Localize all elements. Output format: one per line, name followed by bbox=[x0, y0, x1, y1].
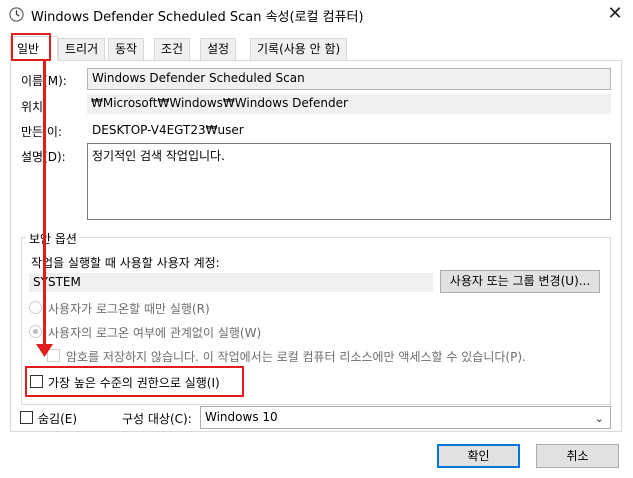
highlight-box-general-tab bbox=[11, 33, 51, 61]
change-user-button[interactable]: 사용자 또는 그룹 변경(U)... bbox=[440, 270, 600, 293]
description-textarea[interactable]: 정기적인 검색 작업입니다. bbox=[87, 143, 611, 220]
author-value: DESKTOP-V4EGT23₩user bbox=[92, 123, 244, 137]
radio-run-logged-on[interactable] bbox=[29, 301, 42, 314]
chevron-down-icon: ⌄ bbox=[594, 412, 604, 425]
name-field[interactable]: Windows Defender Scheduled Scan bbox=[87, 68, 611, 90]
configure-for-label: 구성 대상(C): bbox=[122, 412, 192, 426]
tab-triggers[interactable]: 트리거 bbox=[58, 38, 106, 61]
configure-for-select[interactable]: Windows 10 ⌄ bbox=[200, 406, 611, 429]
author-label: 만든 이: bbox=[21, 125, 62, 139]
account-value: SYSTEM bbox=[29, 273, 433, 292]
annotation-arrow-head-icon bbox=[36, 344, 53, 357]
tab-actions[interactable]: 동작 bbox=[108, 38, 145, 61]
tab-settings[interactable]: 설정 bbox=[200, 38, 237, 61]
configure-for-value: Windows 10 bbox=[205, 410, 278, 424]
window-title: Windows Defender Scheduled Scan 속성(로컬 컴퓨… bbox=[31, 10, 364, 25]
radio-run-logged-on-label: 사용자가 로그온할 때만 실행(R) bbox=[48, 302, 210, 316]
cancel-button[interactable]: 취소 bbox=[536, 444, 619, 468]
title-bar: Windows Defender Scheduled Scan 속성(로컬 컴퓨… bbox=[0, 0, 633, 30]
hidden-label: 숨김(E) bbox=[38, 412, 78, 426]
tab-conditions[interactable]: 조건 bbox=[154, 38, 191, 61]
description-text: 정기적인 검색 작업입니다. bbox=[92, 149, 225, 163]
location-value: ₩Microsoft₩Windows₩Windows Defender bbox=[87, 94, 611, 114]
no-store-password-label: 암호를 저장하지 않습니다. 이 작업에서는 로컬 컴퓨터 리소스에만 액세스할… bbox=[66, 350, 526, 364]
account-prompt: 작업을 실행할 때 사용할 사용자 계정: bbox=[31, 256, 220, 270]
security-options-legend: 보안 옵션 bbox=[26, 230, 80, 247]
close-icon: ✕ bbox=[607, 3, 623, 24]
hidden-checkbox[interactable] bbox=[20, 411, 33, 424]
radio-run-whether-label: 사용자의 로그온 여부에 관계없이 실행(W) bbox=[48, 326, 262, 340]
highlight-box-highest-privileges bbox=[25, 366, 244, 397]
tab-history[interactable]: 기록(사용 안 함) bbox=[250, 38, 348, 61]
ok-button[interactable]: 확인 bbox=[437, 444, 520, 468]
annotation-arrow-line bbox=[43, 61, 46, 346]
clock-icon bbox=[9, 7, 24, 22]
radio-run-whether[interactable] bbox=[29, 325, 42, 338]
close-button[interactable]: ✕ bbox=[600, 2, 630, 26]
